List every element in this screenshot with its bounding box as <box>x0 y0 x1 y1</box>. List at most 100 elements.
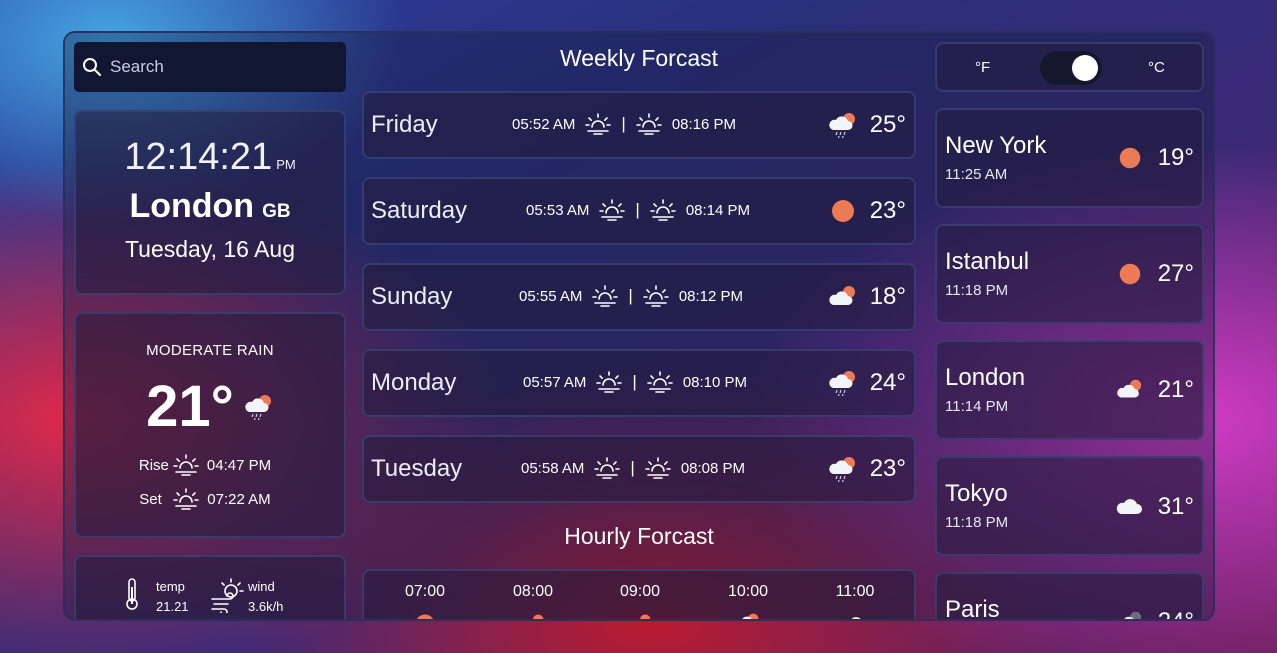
wind-detail-value: 3.6k/h <box>248 599 284 614</box>
sun-times: 05:58 AM | 08:08 PM <box>521 455 745 481</box>
hour-time: 10:00 <box>727 583 769 600</box>
country-code: GB <box>262 201 291 222</box>
temp-detail-label: temp <box>156 579 185 594</box>
divider: | <box>632 372 637 391</box>
cloud-sun-icon <box>1116 376 1144 404</box>
sunrise-label: Rise <box>138 456 169 474</box>
city-card-temp-value: 24° <box>1158 608 1194 619</box>
day-temp: 25° <box>828 110 906 140</box>
sunrise-icon <box>585 111 611 137</box>
city-card-temp: 19° <box>1116 144 1194 172</box>
day-temp-value: 18° <box>869 283 906 310</box>
rain-cloud-sun-icon <box>828 368 858 398</box>
sunset-time: 08:10 PM <box>682 373 748 391</box>
current-temp: 21° <box>76 373 344 440</box>
current-weather-card: MODERATE RAIN 21° Rise 04:47 PM Set 07:2… <box>74 312 346 538</box>
rain-cloud-sun-icon <box>828 454 858 484</box>
city-card-name: Paris <box>945 596 1000 621</box>
sunset-icon <box>645 455 671 481</box>
sunrise-icon <box>594 455 620 481</box>
hour-item[interactable]: 09:00 <box>600 583 680 621</box>
day-temp-value: 23° <box>869 197 906 224</box>
city-card[interactable]: Paris 24° <box>935 572 1204 621</box>
clock-card: 12:14:21 PM London GB Tuesday, 16 Aug <box>74 110 346 295</box>
sun-icon <box>412 611 438 621</box>
day-name: Sunday <box>371 283 453 310</box>
unit-toggle-card: °F °C <box>935 42 1204 92</box>
cloud-sun-icon <box>520 611 546 621</box>
city-card-temp-value: 27° <box>1157 260 1194 287</box>
details-card: temp 21.21 wind 3.6k/h <box>74 555 346 619</box>
city-card[interactable]: New York 11:25 AM 19° <box>935 108 1204 208</box>
day-name: Saturday <box>371 197 468 224</box>
city-card[interactable]: London 11:14 PM 21° <box>935 340 1204 440</box>
hour-item[interactable]: 07:00 <box>385 583 465 621</box>
divider: | <box>628 286 633 305</box>
hour-time: 09:00 <box>619 583 661 600</box>
city-card[interactable]: Istanbul 11:18 PM 27° <box>935 224 1204 324</box>
sunrise-icon <box>173 452 199 478</box>
day-temp: 18° <box>828 282 906 312</box>
hour-item[interactable]: 10:00 <box>708 583 788 621</box>
city-card-name: Tokyo <box>945 480 1008 507</box>
sunset-icon <box>647 369 673 395</box>
unit-toggle-switch[interactable] <box>1040 51 1102 85</box>
weather-app: 12:14:21PM London GB Tuesday, 16 Aug MODE… <box>63 31 1215 621</box>
sunrise-icon <box>596 369 622 395</box>
current-temp-value: 21° <box>146 374 234 439</box>
search-icon <box>83 58 102 77</box>
sunrise-time: 05:57 AM <box>523 373 587 391</box>
forecast-day-row[interactable]: Friday 05:52 AM | 08:16 PM 25° <box>362 91 916 159</box>
hour-item[interactable]: 11:00 <box>815 583 895 621</box>
forecast-day-row[interactable]: Monday 05:57 AM | 08:10 PM 24° <box>362 349 916 417</box>
day-temp-value: 23° <box>869 455 906 482</box>
search-bar[interactable] <box>74 42 346 92</box>
forecast-day-row[interactable]: Tuesday 05:58 AM | 08:08 PM 23° <box>362 435 916 503</box>
sunset-row: Set 07:22 AM <box>76 484 344 514</box>
hour-time: 07:00 <box>404 583 446 600</box>
sunset-time: 08:08 PM <box>680 459 746 477</box>
rain-cloud-sun-icon <box>244 392 274 422</box>
sunrise-time: 04:47 PM <box>206 456 272 474</box>
city-card-time: 11:14 PM <box>945 398 1009 415</box>
wind-detail-label: wind <box>248 579 275 594</box>
city-card-temp: 21° <box>1116 376 1194 404</box>
sun-times: 05:53 AM | 08:14 PM <box>526 197 750 223</box>
day-temp-value: 25° <box>869 111 906 138</box>
day-temp: 24° <box>828 368 906 398</box>
city-card-temp: 27° <box>1116 260 1194 288</box>
city-card-temp-value: 21° <box>1157 376 1194 403</box>
hour-item[interactable]: 08:00 <box>493 583 573 621</box>
city-card-time: 11:25 AM <box>945 166 1008 183</box>
city-card-temp-value: 19° <box>1157 144 1194 171</box>
current-date: Tuesday, 16 Aug <box>124 236 296 262</box>
sun-icon <box>1116 260 1144 288</box>
day-temp: 23° <box>828 454 906 484</box>
day-name: Friday <box>371 111 438 138</box>
cloud-sun-icon <box>828 282 858 312</box>
temp-detail-value: 21.21 <box>156 599 189 614</box>
city-card-name: New York <box>945 132 1047 159</box>
sun-times: 05:52 AM | 08:16 PM <box>512 111 736 137</box>
cloud-sun-icon <box>627 611 653 621</box>
sunset-icon <box>636 111 662 137</box>
divider: | <box>630 458 635 477</box>
sunrise-time: 05:52 AM <box>512 115 576 133</box>
temp-detail: temp 21.21 <box>122 577 189 617</box>
forecast-day-row[interactable]: Saturday 05:53 AM | 08:14 PM 23° <box>362 177 916 245</box>
search-input[interactable] <box>110 57 330 77</box>
day-name: Monday <box>371 369 457 396</box>
celsius-label[interactable]: °C <box>1148 59 1165 76</box>
fahrenheit-label[interactable]: °F <box>975 59 990 76</box>
time-value: 12:14:21 <box>124 136 273 178</box>
condition-label: MODERATE RAIN <box>146 342 274 359</box>
hour-time: 11:00 <box>835 583 875 600</box>
city-card-temp: 31° <box>1114 492 1194 522</box>
city-card[interactable]: Tokyo 11:18 PM 31° <box>935 456 1204 556</box>
toggle-knob <box>1072 55 1098 81</box>
sunrise-time: 05:58 AM <box>521 459 585 477</box>
current-time: 12:14:21 PM <box>76 136 344 179</box>
cloud-icon <box>842 611 868 621</box>
sunset-time: 08:14 PM <box>685 201 751 219</box>
forecast-day-row[interactable]: Sunday 05:55 AM | 08:12 PM 18° <box>362 263 916 331</box>
